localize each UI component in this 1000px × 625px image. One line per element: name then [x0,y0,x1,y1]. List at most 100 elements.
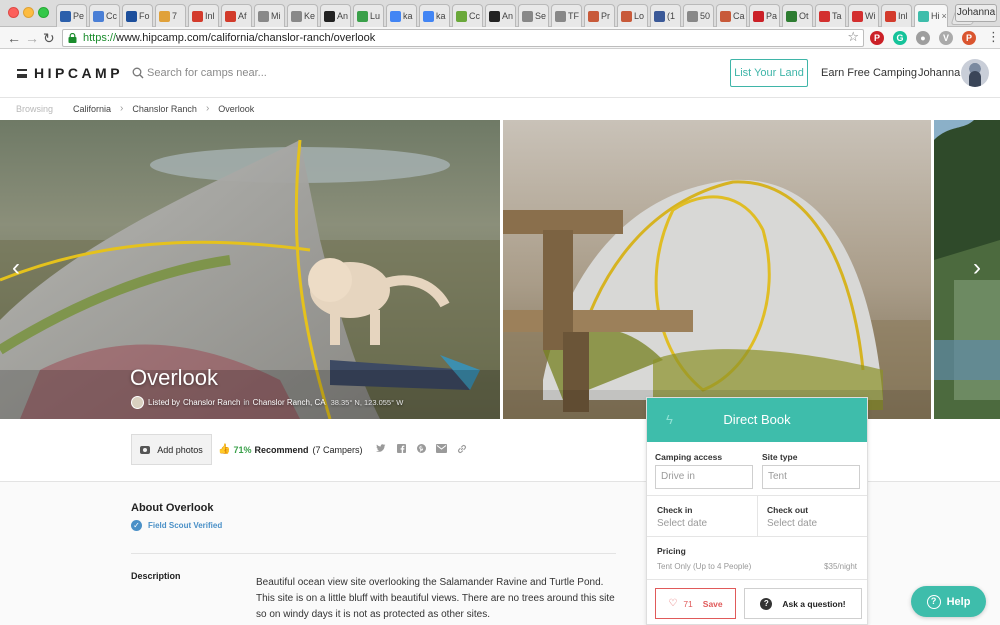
browser-tab[interactable]: Ot [782,4,813,27]
browser-tab[interactable]: Ca [716,4,747,27]
list-your-land-button[interactable]: List Your Land [730,59,808,87]
browser-tab[interactable]: Cc [89,4,120,27]
breadcrumb-item-california[interactable]: California [73,104,111,114]
recommend-count[interactable]: (7 Campers) [312,445,362,455]
bookmark-star-icon[interactable]: ☆ [847,29,859,45]
browser-tab[interactable]: Ta [815,4,846,27]
add-photos-button[interactable]: Add photos [131,434,212,465]
browser-tab[interactable]: Cc [452,4,483,27]
site-title: Overlook [130,365,219,390]
browser-tab[interactable]: Ke [287,4,318,27]
browser-tab[interactable]: An [485,4,516,27]
reload-icon[interactable]: ↻ [43,29,55,47]
earn-free-camping-link[interactable]: Earn Free Camping [821,67,917,79]
camping-access-label: Camping access [655,452,723,462]
host-avatar[interactable] [131,396,144,409]
twitter-icon[interactable] [376,444,386,453]
tab-favicon-icon [588,10,599,22]
add-photos-label: Add photos [157,444,203,455]
browser-tab[interactable]: ka [419,4,450,27]
browser-tab[interactable]: Inl [188,4,219,27]
browser-tab[interactable]: Lo [617,4,648,27]
browser-tab[interactable]: Fo [122,4,153,27]
browser-tab[interactable]: 50 [683,4,714,27]
back-icon[interactable]: ← [7,29,21,47]
breadcrumb-item-overlook[interactable]: Overlook [218,104,254,114]
tab-favicon-icon [720,10,731,22]
browser-tab[interactable]: Af [221,4,252,27]
browser-tab[interactable]: Lu [353,4,384,27]
email-share-icon[interactable] [436,444,447,453]
tab-favicon-icon [390,10,401,22]
camping-access-field[interactable]: Drive in [655,465,753,489]
browser-tab[interactable]: Se [518,4,549,27]
browser-tab[interactable]: TF [551,4,582,27]
check-in-field[interactable]: Select date [657,518,707,529]
gallery-next-button[interactable]: › [973,256,981,280]
tab-favicon-icon [654,10,665,22]
browser-tab[interactable]: Mi [254,4,285,27]
panel-divider-vertical [757,495,758,536]
tab-title: Pe [73,11,85,21]
breadcrumb-item-chanslor-ranch[interactable]: Chanslor Ranch [132,104,197,114]
panel-divider [647,536,867,537]
browser-tab[interactable]: Hi × [914,4,948,27]
close-window-button[interactable] [8,7,19,18]
site-header: HIPCAMP List Your Land Earn Free Camping… [0,50,1000,98]
gallery-photo-trees[interactable] [934,120,1000,419]
link-share-icon[interactable] [457,444,467,454]
gallery-photo-tent-dog[interactable] [0,120,500,419]
check-out-field[interactable]: Select date [767,518,817,529]
browser-tab[interactable]: (1 [650,4,681,27]
producthunt-icon[interactable]: P [962,31,976,45]
browser-menu-icon[interactable]: ⋮ [987,30,1000,44]
forward-icon[interactable]: → [25,29,39,47]
browser-tab[interactable]: Pe [56,4,87,27]
photo-tent-dog-image [0,120,500,419]
hamburger-menu-icon[interactable] [17,69,27,78]
minimize-window-button[interactable] [23,7,34,18]
pinterest-icon[interactable]: P [870,31,884,45]
save-button[interactable]: ♡ 71 Save [655,588,736,619]
ask-question-button[interactable]: ? Ask a question! [744,588,862,619]
profile-button[interactable]: Johanna [955,4,997,22]
location-link[interactable]: Chanslor Ranch, CA [253,398,326,407]
hipcamp-logo[interactable]: HIPCAMP [34,65,123,81]
pinterest-share-icon[interactable] [417,444,426,453]
address-bar[interactable]: https://www.hipcamp.com/california/chans… [62,29,864,47]
tab-favicon-icon [489,10,500,22]
gallery-photo-tent-bench[interactable] [503,120,931,419]
maximize-window-button[interactable] [38,7,49,18]
browser-tab[interactable]: Pr [584,4,615,27]
tab-title: Ot [799,11,809,21]
pricing-description: Tent Only (Up to 4 People) [657,562,752,571]
tab-title: 7 [172,11,178,21]
field-scout-verified[interactable]: ✓ Field Scout Verified [131,520,222,531]
tab-favicon-icon [621,10,632,22]
tab-favicon-icon [819,10,830,22]
tab-close-icon[interactable]: × [942,11,947,21]
user-name[interactable]: Johanna [918,67,960,79]
tab-title: Se [535,11,547,21]
search-input[interactable] [147,64,347,82]
browser-tab[interactable]: An [320,4,351,27]
check-in-label: Check in [657,505,693,515]
browser-tab[interactable]: Pa [749,4,780,27]
browser-tab[interactable]: Wi [848,4,879,27]
evernote-icon[interactable]: ● [916,31,930,45]
lock-icon [68,33,77,43]
facebook-icon[interactable] [397,444,406,453]
grammarly-icon[interactable]: G [893,31,907,45]
tab-favicon-icon [60,10,71,22]
browser-tab[interactable]: 7 [155,4,186,27]
tab-title: Inl [898,11,908,21]
site-type-field[interactable]: Tent [762,465,860,489]
user-avatar[interactable] [961,59,989,87]
browser-tab[interactable]: Inl [881,4,912,27]
gallery-prev-button[interactable]: ‹ [12,256,20,280]
browser-tab[interactable]: ka [386,4,417,27]
host-link[interactable]: Chanslor Ranch [183,398,240,407]
help-button[interactable]: ? Help [911,586,986,617]
vimeo-icon[interactable]: V [939,31,953,45]
url-path: www.hipcamp.com/california/chanslor-ranc… [116,32,376,44]
